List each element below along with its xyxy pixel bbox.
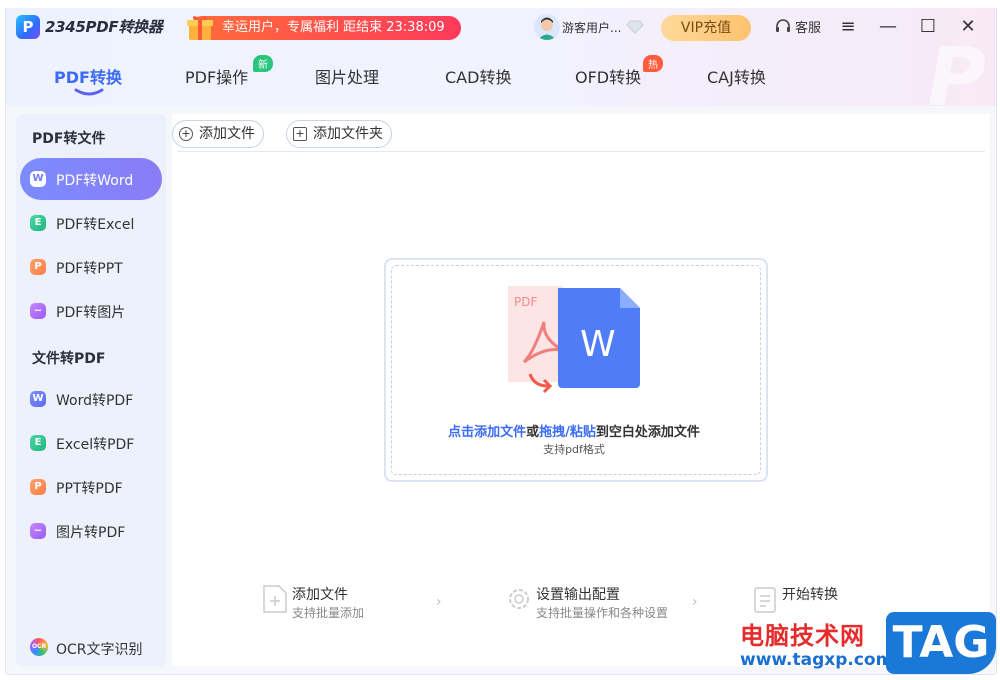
sidebar-item-label: PDF转PPT (56, 261, 123, 277)
sidebar: PDF转文件 W PDF转Word E PDF转Excel P PDF转PPT … (16, 114, 166, 666)
step-title: 开始转换 (782, 587, 838, 603)
sidebar-item-ppt-to-pdf[interactable]: P PPT转PDF (20, 466, 162, 508)
word-icon: W (30, 391, 46, 407)
step-subtitle: 支持批量添加 (292, 606, 365, 620)
tab-caj-convert[interactable]: CAJ转换 (707, 64, 766, 88)
sidebar-item-ocr[interactable]: OCR OCR文字识别 (30, 636, 170, 660)
svg-text:W: W (580, 324, 616, 365)
app-name: 2345PDF转换器 (45, 18, 163, 36)
sidebar-item-pdf-to-image[interactable]: ~ PDF转图片 (20, 290, 162, 332)
diamond-icon (626, 20, 644, 34)
step-arrow-icon: › (436, 594, 442, 610)
sidebar-item-image-to-pdf[interactable]: ~ 图片转PDF (20, 510, 162, 552)
sidebar-item-word-to-pdf[interactable]: W Word转PDF (20, 378, 162, 420)
app-logo-icon: P (16, 15, 40, 39)
supported-format-text: 支持pdf格式 (543, 443, 605, 456)
gift-icon (187, 16, 213, 40)
tab-label: CAJ转换 (707, 68, 766, 87)
excel-icon: E (30, 435, 46, 451)
sidebar-item-pdf-to-word[interactable]: W PDF转Word (20, 158, 162, 200)
pdf-to-word-illustration-icon: PDF W (508, 286, 640, 394)
sidebar-section-file-to-pdf: 文件转PDF (32, 351, 106, 367)
file-drop-zone[interactable]: PDF W 点击添加文件或拖拽/粘贴到空白处添加文件 支持pdf格式 (384, 258, 768, 482)
watermark: 电脑技术网 www.tagxp.com TAG (734, 606, 998, 680)
ppt-icon: P (30, 479, 46, 495)
drop-zone-or-text: 或 (526, 425, 540, 440)
active-tab-indicator (74, 88, 104, 96)
watermark-tag-logo: TAG (886, 612, 996, 674)
avatar[interactable] (534, 14, 560, 40)
excel-icon: E (30, 215, 46, 231)
sidebar-item-label: Word转PDF (56, 393, 134, 409)
main-panel: + 添加文件 + 添加文件夹 PDF W 点击添加文件或拖拽/粘贴到空白处添加文… (172, 114, 990, 666)
add-file-button[interactable]: + 添加文件 (172, 120, 264, 148)
add-folder-icon: + (293, 127, 307, 141)
click-add-link[interactable]: 点击添加文件 (448, 425, 526, 440)
app-window: P 2345PDF转换器 幸运用户，专属福利 距结束 23:38:09 游客用户… (5, 5, 997, 675)
add-icon: + (179, 127, 193, 141)
image-icon: ~ (30, 303, 46, 319)
tab-label: PDF操作 (185, 68, 249, 87)
step-title: 设置输出配置 (536, 587, 620, 603)
add-folder-button[interactable]: + 添加文件夹 (286, 120, 392, 148)
tab-pdf-convert[interactable]: PDF转换 (54, 64, 122, 96)
tab-label: OFD转换 (575, 68, 642, 87)
watermark-url: www.tagxp.com (740, 650, 894, 670)
watermark-site-name: 电脑技术网 (740, 622, 865, 650)
image-icon: ~ (30, 523, 46, 539)
step-arrow-icon: › (692, 594, 698, 610)
tab-label: CAD转换 (445, 68, 512, 87)
toolbar-divider (177, 151, 985, 152)
tab-label: 图片处理 (315, 68, 380, 87)
sidebar-item-label: PDF转Excel (56, 217, 135, 233)
step-title: 添加文件 (292, 587, 348, 603)
tab-cad-convert[interactable]: CAD转换 (445, 64, 511, 88)
add-folder-label: 添加文件夹 (313, 126, 383, 142)
drag-paste-text: 拖拽/粘贴 (539, 425, 596, 440)
ppt-icon: P (30, 259, 46, 275)
drop-zone-instruction: 点击添加文件或拖拽/粘贴到空白处添加文件 (386, 421, 762, 440)
word-icon: W (30, 171, 46, 187)
new-badge: 新 (253, 55, 273, 72)
vip-recharge-button[interactable]: VIP充值 (661, 15, 751, 41)
drop-zone-suffix-text: 到空白处添加文件 (595, 425, 700, 440)
sidebar-section-pdf-to-file: PDF转文件 (32, 131, 106, 147)
sidebar-item-label: 图片转PDF (56, 525, 126, 541)
customer-service-button[interactable]: 客服 (774, 17, 821, 36)
step-subtitle: 支持批量操作和各种设置 (536, 606, 669, 620)
gear-icon (509, 589, 529, 609)
sidebar-item-label: OCR文字识别 (56, 642, 143, 658)
svg-text:PDF: PDF (514, 295, 537, 309)
cropped-caption (0, 0, 1000, 8)
promo-banner[interactable]: 幸运用户，专属福利 距结束 23:38:09 (187, 16, 461, 40)
tab-pdf-operations[interactable]: PDF操作 新 (185, 55, 273, 88)
minimize-icon[interactable]: — (878, 17, 898, 37)
tab-ofd-convert[interactable]: OFD转换 热 (575, 55, 663, 88)
sidebar-item-pdf-to-excel[interactable]: E PDF转Excel (20, 202, 162, 244)
sidebar-item-label: PPT转PDF (56, 481, 123, 497)
tab-label: PDF转换 (54, 68, 122, 87)
promo-text: 幸运用户，专属福利 距结束 23:38:09 (222, 20, 445, 35)
main-tabs: PDF转换 PDF操作 新 图片处理 CAD转换 OFD转换 热 CAJ转换 (6, 55, 996, 100)
sidebar-item-label: PDF转Word (56, 173, 134, 189)
user-avatar-icon (538, 17, 556, 40)
menu-icon[interactable]: ≡ (838, 17, 858, 37)
headset-icon (776, 19, 790, 32)
file-add-icon (263, 585, 287, 613)
service-label: 客服 (795, 21, 822, 36)
user-name[interactable]: 游客用户... (562, 19, 621, 36)
sidebar-item-pdf-to-ppt[interactable]: P PDF转PPT (20, 246, 162, 288)
sidebar-item-excel-to-pdf[interactable]: E Excel转PDF (20, 422, 162, 464)
sidebar-item-label: Excel转PDF (56, 437, 135, 453)
add-file-label: 添加文件 (199, 126, 255, 142)
ocr-icon: OCR (30, 638, 48, 656)
hot-badge: 热 (643, 55, 663, 72)
title-bar: P 2345PDF转换器 幸运用户，专属福利 距结束 23:38:09 游客用户… (6, 6, 996, 124)
tab-image-processing[interactable]: 图片处理 (315, 64, 379, 88)
sidebar-item-label: PDF转图片 (56, 305, 126, 321)
